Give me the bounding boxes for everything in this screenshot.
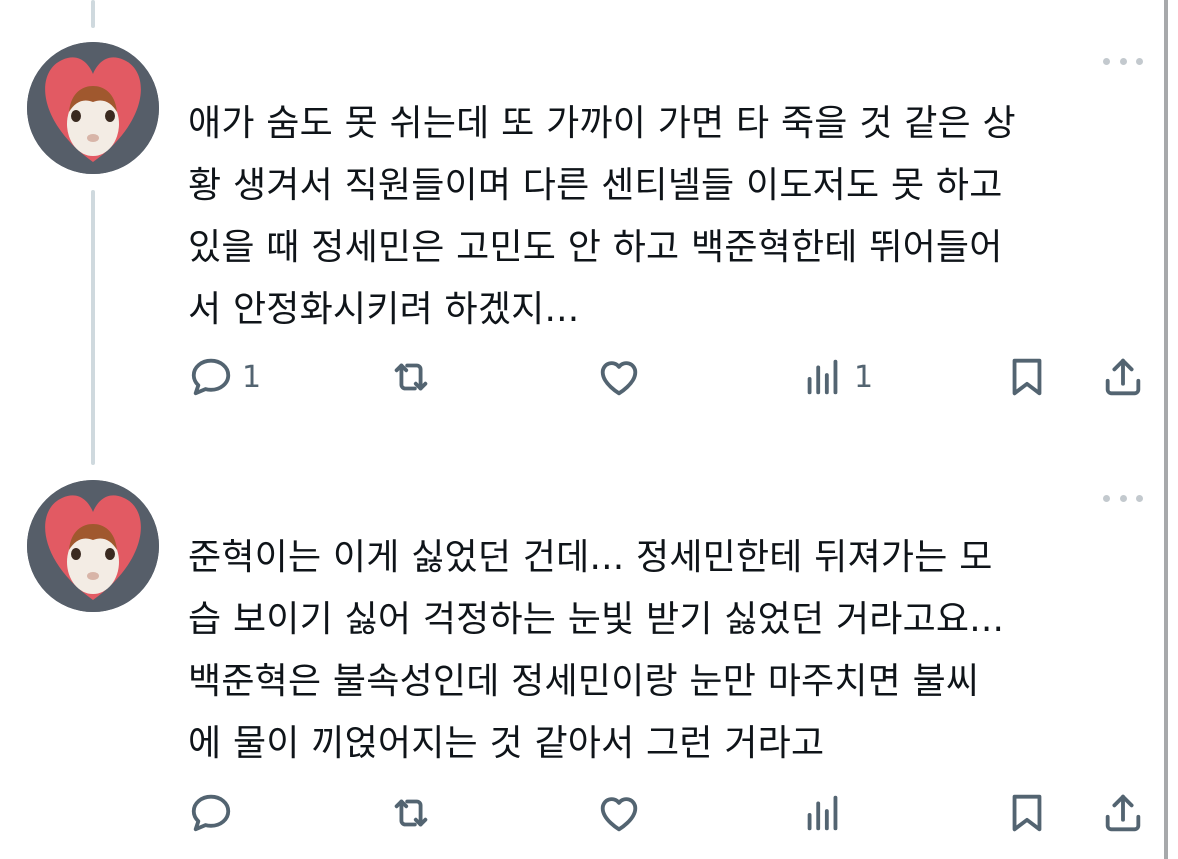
avatar[interactable] (27, 42, 159, 174)
guinea-pig-avatar-image (27, 480, 159, 612)
views-icon (807, 359, 838, 395)
reply-count: 1 (242, 359, 262, 395)
share-button[interactable] (1100, 788, 1146, 838)
more-icon (1103, 57, 1110, 65)
view-count: 1 (854, 359, 874, 395)
tweet-actions: 1 1 (0, 352, 1165, 402)
tweet-text: 준혁이는 이게 싫었던 건데... 정세민한테 뒤져가는 모 습 보이기 싫어 … (188, 537, 1005, 764)
reply-icon (191, 358, 231, 396)
retweet-button[interactable] (388, 788, 442, 838)
views-button[interactable]: 1 (800, 352, 873, 402)
reply-button[interactable] (188, 788, 242, 838)
more-options-button[interactable] (1103, 490, 1143, 506)
views-icon (807, 795, 838, 831)
like-icon (600, 797, 638, 832)
views-button[interactable] (800, 788, 854, 838)
guinea-pig-avatar-image (27, 42, 159, 174)
bookmark-button[interactable] (1004, 352, 1050, 402)
retweet-icon (394, 799, 428, 827)
tweet-actions (0, 788, 1165, 838)
reply-button[interactable]: 1 (188, 352, 261, 402)
like-icon (600, 361, 638, 396)
like-button[interactable] (596, 352, 650, 402)
share-button[interactable] (1100, 352, 1146, 402)
tweet[interactable]: 애가 숨도 못 쉬는데 또 가까이 가면 타 죽을 것 같은 상 황 생겨서 직… (0, 0, 1165, 440)
tweet-text: 애가 숨도 못 쉬는데 또 가까이 가면 타 죽을 것 같은 상 황 생겨서 직… (188, 103, 1016, 330)
bookmark-icon (1012, 358, 1042, 396)
share-icon (1105, 794, 1141, 832)
retweet-icon (394, 363, 428, 391)
share-icon (1105, 358, 1141, 396)
more-options-button[interactable] (1103, 53, 1143, 69)
tweet[interactable]: 준혁이는 이게 싫었던 건데... 정세민한테 뒤져가는 모 습 보이기 싫어 … (0, 460, 1165, 859)
bookmark-icon (1012, 794, 1042, 832)
more-icon (1103, 494, 1110, 502)
like-button[interactable] (596, 788, 650, 838)
bookmark-button[interactable] (1004, 788, 1050, 838)
avatar[interactable] (27, 480, 159, 612)
retweet-button[interactable] (388, 352, 442, 402)
reply-icon (191, 794, 231, 832)
